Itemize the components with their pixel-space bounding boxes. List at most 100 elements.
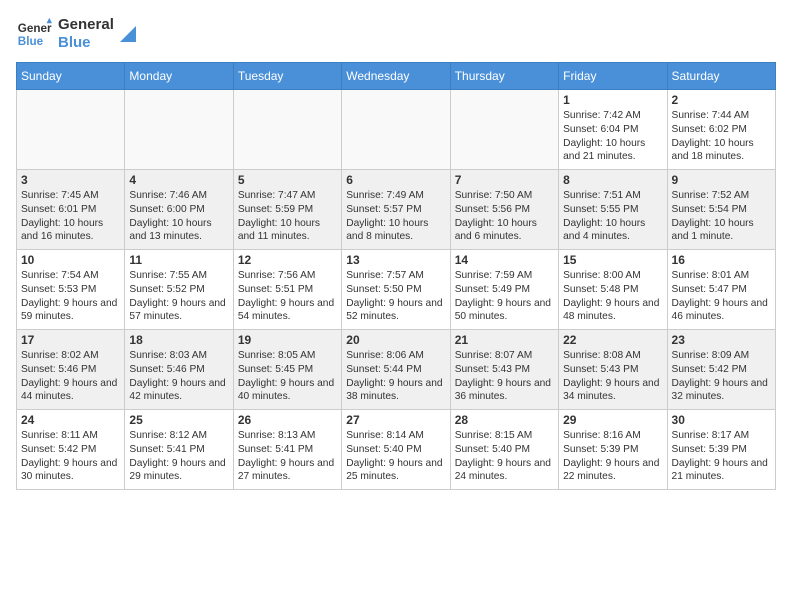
calendar-week-1: 1Sunrise: 7:42 AM Sunset: 6:04 PM Daylig…	[17, 90, 776, 170]
day-number: 14	[455, 253, 554, 267]
day-number: 25	[129, 413, 228, 427]
day-number: 21	[455, 333, 554, 347]
day-number: 16	[672, 253, 771, 267]
weekday-thursday: Thursday	[450, 63, 558, 90]
calendar-cell: 28 Sunrise: 8:15 AM Sunset: 5:40 PM Dayli…	[450, 410, 558, 490]
day-number: 23	[672, 333, 771, 347]
calendar-week-3: 10 Sunrise: 7:54 AM Sunset: 5:53 PM Dayli…	[17, 250, 776, 330]
day-info: Sunrise: 7:51 AM Sunset: 5:55 PM Dayligh…	[563, 189, 662, 244]
weekday-wednesday: Wednesday	[342, 63, 450, 90]
calendar-cell: 6 Sunrise: 7:49 AM Sunset: 5:57 PM Daylig…	[342, 170, 450, 250]
day-info: Sunrise: 8:06 AM Sunset: 5:44 PM Dayligh…	[346, 349, 445, 404]
calendar-week-4: 17Sunrise: 8:02 AM Sunset: 5:46 PM Dayli…	[17, 330, 776, 410]
calendar-cell: 10 Sunrise: 7:54 AM Sunset: 5:53 PM Dayli…	[17, 250, 125, 330]
day-number: 19	[238, 333, 337, 347]
calendar-cell: 26 Sunrise: 8:13 AM Sunset: 5:41 PM Dayli…	[233, 410, 341, 490]
day-number: 9	[672, 173, 771, 187]
day-number: 2	[672, 93, 771, 107]
calendar-cell: 29 Sunrise: 8:16 AM Sunset: 5:39 PM Dayli…	[559, 410, 667, 490]
day-info: Sunrise: 7:57 AM Sunset: 5:50 PM Dayligh…	[346, 269, 445, 324]
calendar-cell: 22 Sunrise: 8:08 AM Sunset: 5:43 PM Dayli…	[559, 330, 667, 410]
calendar-cell: 15Sunrise: 8:00 AM Sunset: 5:48 PM Dayli…	[559, 250, 667, 330]
day-info: Sunrise: 7:55 AM Sunset: 5:52 PM Dayligh…	[129, 269, 228, 324]
calendar-cell: 13 Sunrise: 7:57 AM Sunset: 5:50 PM Dayli…	[342, 250, 450, 330]
weekday-header-row: SundayMondayTuesdayWednesdayThursdayFrid…	[17, 63, 776, 90]
day-info: Sunrise: 8:05 AM Sunset: 5:45 PM Dayligh…	[238, 349, 337, 404]
calendar-cell	[233, 90, 341, 170]
calendar-table: SundayMondayTuesdayWednesdayThursdayFrid…	[16, 62, 776, 490]
day-info: Sunrise: 8:09 AM Sunset: 5:42 PM Dayligh…	[672, 349, 771, 404]
weekday-monday: Monday	[125, 63, 233, 90]
day-number: 13	[346, 253, 445, 267]
day-info: Sunrise: 8:00 AM Sunset: 5:48 PM Dayligh…	[563, 269, 662, 324]
day-number: 24	[21, 413, 120, 427]
day-number: 29	[563, 413, 662, 427]
calendar-cell: 27Sunrise: 8:14 AM Sunset: 5:40 PM Dayli…	[342, 410, 450, 490]
calendar-cell: 20 Sunrise: 8:06 AM Sunset: 5:44 PM Dayli…	[342, 330, 450, 410]
day-info: Sunrise: 7:56 AM Sunset: 5:51 PM Dayligh…	[238, 269, 337, 324]
day-info: Sunrise: 8:03 AM Sunset: 5:46 PM Dayligh…	[129, 349, 228, 404]
day-info: Sunrise: 8:16 AM Sunset: 5:39 PM Dayligh…	[563, 429, 662, 484]
calendar-cell	[450, 90, 558, 170]
day-number: 4	[129, 173, 228, 187]
calendar-cell: 24Sunrise: 8:11 AM Sunset: 5:42 PM Dayli…	[17, 410, 125, 490]
logo-blue: Blue	[58, 34, 114, 52]
calendar-cell: 23 Sunrise: 8:09 AM Sunset: 5:42 PM Dayli…	[667, 330, 775, 410]
day-info: Sunrise: 8:12 AM Sunset: 5:41 PM Dayligh…	[129, 429, 228, 484]
calendar-cell: 14 Sunrise: 7:59 AM Sunset: 5:49 PM Dayli…	[450, 250, 558, 330]
calendar-cell: 17Sunrise: 8:02 AM Sunset: 5:46 PM Dayli…	[17, 330, 125, 410]
day-info: Sunrise: 8:13 AM Sunset: 5:41 PM Dayligh…	[238, 429, 337, 484]
weekday-sunday: Sunday	[17, 63, 125, 90]
calendar-cell: 4 Sunrise: 7:46 AM Sunset: 6:00 PM Daylig…	[125, 170, 233, 250]
calendar-week-5: 24Sunrise: 8:11 AM Sunset: 5:42 PM Dayli…	[17, 410, 776, 490]
day-info: Sunrise: 7:49 AM Sunset: 5:57 PM Dayligh…	[346, 189, 445, 244]
day-number: 30	[672, 413, 771, 427]
day-info: Sunrise: 8:15 AM Sunset: 5:40 PM Dayligh…	[455, 429, 554, 484]
day-number: 3	[21, 173, 120, 187]
calendar-cell: 11 Sunrise: 7:55 AM Sunset: 5:52 PM Dayli…	[125, 250, 233, 330]
calendar-cell	[125, 90, 233, 170]
day-info: Sunrise: 8:17 AM Sunset: 5:39 PM Dayligh…	[672, 429, 771, 484]
calendar-cell: 1Sunrise: 7:42 AM Sunset: 6:04 PM Daylig…	[559, 90, 667, 170]
calendar-cell: 12 Sunrise: 7:56 AM Sunset: 5:51 PM Dayli…	[233, 250, 341, 330]
day-number: 26	[238, 413, 337, 427]
svg-text:General: General	[18, 22, 52, 35]
day-number: 20	[346, 333, 445, 347]
day-number: 8	[563, 173, 662, 187]
day-info: Sunrise: 7:52 AM Sunset: 5:54 PM Dayligh…	[672, 189, 771, 244]
calendar-cell: 16Sunrise: 8:01 AM Sunset: 5:47 PM Dayli…	[667, 250, 775, 330]
day-number: 27	[346, 413, 445, 427]
day-info: Sunrise: 7:54 AM Sunset: 5:53 PM Dayligh…	[21, 269, 120, 324]
day-info: Sunrise: 7:46 AM Sunset: 6:00 PM Dayligh…	[129, 189, 228, 244]
day-info: Sunrise: 7:47 AM Sunset: 5:59 PM Dayligh…	[238, 189, 337, 244]
calendar-cell: 30 Sunrise: 8:17 AM Sunset: 5:39 PM Dayli…	[667, 410, 775, 490]
svg-text:Blue: Blue	[18, 35, 44, 48]
day-info: Sunrise: 8:07 AM Sunset: 5:43 PM Dayligh…	[455, 349, 554, 404]
calendar-cell: 2Sunrise: 7:44 AM Sunset: 6:02 PM Daylig…	[667, 90, 775, 170]
calendar-cell: 9 Sunrise: 7:52 AM Sunset: 5:54 PM Daylig…	[667, 170, 775, 250]
day-number: 7	[455, 173, 554, 187]
day-number: 28	[455, 413, 554, 427]
day-number: 10	[21, 253, 120, 267]
calendar-cell: 8 Sunrise: 7:51 AM Sunset: 5:55 PM Daylig…	[559, 170, 667, 250]
logo-icon: General Blue	[16, 16, 52, 52]
calendar-cell: 18Sunrise: 8:03 AM Sunset: 5:46 PM Dayli…	[125, 330, 233, 410]
calendar-cell: 25 Sunrise: 8:12 AM Sunset: 5:41 PM Dayli…	[125, 410, 233, 490]
page-header: General Blue General Blue	[16, 16, 776, 52]
day-number: 1	[563, 93, 662, 107]
calendar-body: 1Sunrise: 7:42 AM Sunset: 6:04 PM Daylig…	[17, 90, 776, 490]
day-info: Sunrise: 8:08 AM Sunset: 5:43 PM Dayligh…	[563, 349, 662, 404]
logo: General Blue General Blue	[16, 16, 136, 52]
day-info: Sunrise: 7:59 AM Sunset: 5:49 PM Dayligh…	[455, 269, 554, 324]
logo-general: General	[58, 16, 114, 34]
day-number: 12	[238, 253, 337, 267]
day-number: 17	[21, 333, 120, 347]
calendar-cell: 5Sunrise: 7:47 AM Sunset: 5:59 PM Daylig…	[233, 170, 341, 250]
calendar-cell	[342, 90, 450, 170]
calendar-cell: 3Sunrise: 7:45 AM Sunset: 6:01 PM Daylig…	[17, 170, 125, 250]
day-number: 22	[563, 333, 662, 347]
day-number: 6	[346, 173, 445, 187]
weekday-tuesday: Tuesday	[233, 63, 341, 90]
calendar-cell: 21 Sunrise: 8:07 AM Sunset: 5:43 PM Dayli…	[450, 330, 558, 410]
day-number: 11	[129, 253, 228, 267]
